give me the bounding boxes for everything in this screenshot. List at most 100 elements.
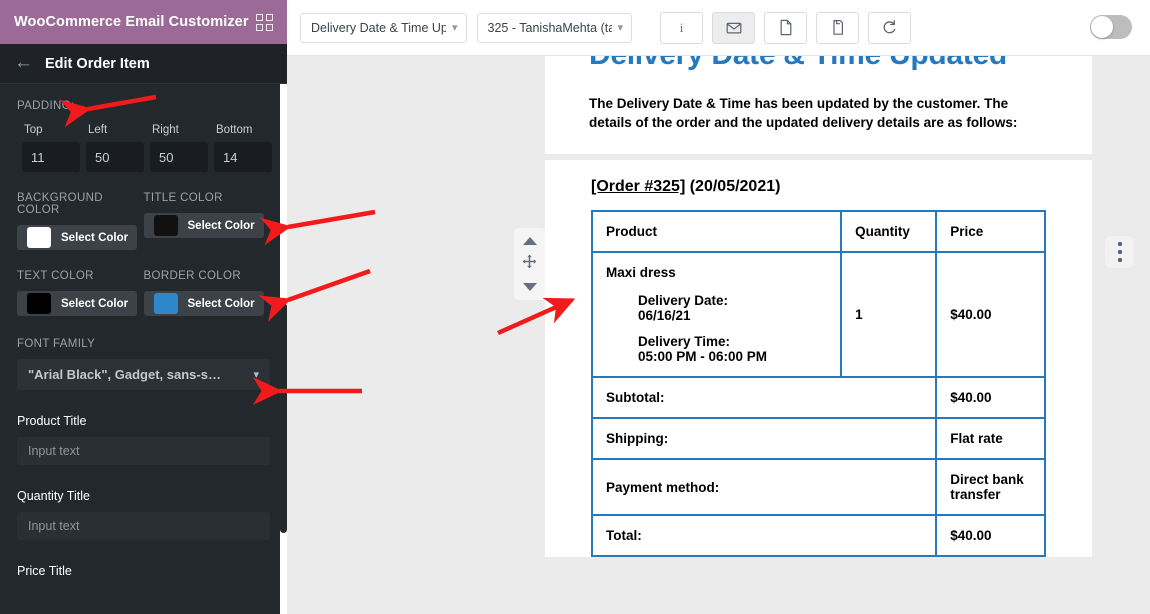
order-date: (20/05/2021) — [689, 178, 781, 196]
padding-fields: Top Left Right Bottom — [17, 124, 272, 172]
border-color-button-label: Select Color — [187, 297, 255, 310]
border-color-swatch — [153, 293, 178, 314]
delivery-time-label: Delivery Time: — [638, 334, 731, 350]
delivery-details: Delivery Date: 06/16/21 Delivery Time: 0… — [638, 293, 827, 364]
refresh-button[interactable] — [868, 11, 912, 44]
order-number-link[interactable]: [Order #325] — [591, 178, 685, 195]
template-select[interactable]: Delivery Date & Time Up… ▾ — [300, 12, 467, 43]
toolbar-buttons: i — [660, 11, 912, 44]
panel-header: ← Edit Order Item — [0, 44, 287, 84]
cell-product: Maxi dress Delivery Date: 06/16/21 Deliv… — [590, 251, 843, 379]
text-color-button-label: Select Color — [61, 297, 129, 310]
text-color-group: TEXT COLOR Select Color — [17, 270, 144, 316]
font-family-group: FONT FAMILY "Arial Black", Gadget, sans-… — [17, 338, 270, 390]
triangle-down-icon[interactable] — [522, 282, 537, 291]
email-header-block[interactable]: Delivery Date & Time Updated The Deliver… — [545, 56, 1092, 155]
duplicate-button[interactable] — [816, 11, 860, 44]
product-title-label: Product Title — [17, 414, 87, 428]
move-cross-icon[interactable] — [522, 254, 537, 274]
document-icon — [780, 19, 791, 36]
quantity-title-input[interactable] — [17, 512, 270, 540]
more-vertical-icon — [1117, 242, 1122, 246]
padding-input-bottom[interactable] — [214, 142, 272, 172]
quantity-title-group: Quantity Title — [17, 489, 270, 540]
padding-input-right[interactable] — [150, 142, 208, 172]
font-family-select[interactable]: "Arial Black", Gadget, sans-s… ▾ — [17, 359, 270, 390]
email-intro-text: The Delivery Date & Time has been update… — [589, 96, 1018, 131]
panel-body: PADDING: Top Left Right Bottom — [0, 84, 287, 614]
background-color-label: BACKGROUND COLOR — [17, 192, 103, 216]
title-color-button[interactable]: Select Color — [143, 213, 264, 238]
chevron-down-icon: ▾ — [617, 22, 624, 34]
padding-field-left: Left — [86, 124, 150, 172]
summary-value-payment: Direct bank transfer — [935, 458, 1046, 517]
chevron-down-icon: ▾ — [452, 22, 458, 34]
summary-label-total: Total: — [590, 514, 938, 558]
title-color-label: TITLE COLOR — [143, 192, 223, 204]
preview-toggle[interactable] — [1090, 15, 1132, 39]
border-color-button[interactable]: Select Color — [143, 291, 264, 316]
chevron-down-icon: ▾ — [253, 369, 259, 381]
info-button[interactable]: i — [660, 11, 704, 44]
document-button[interactable] — [764, 11, 808, 44]
padding-label-bottom: Bottom — [216, 124, 253, 136]
cell-price: $40.00 — [935, 251, 1046, 379]
background-color-group: BACKGROUND COLOR Select Color — [17, 192, 144, 250]
email-title: Delivery Date & Time Updated — [589, 56, 1048, 72]
panel-title: Edit Order Item — [45, 55, 150, 72]
toolbar: Delivery Date & Time Up… ▾ 325 - Tanisha… — [287, 0, 1150, 56]
delivery-date-value: 06/16/21 — [638, 308, 691, 324]
padding-label-top: Top — [24, 124, 43, 136]
padding-field-bottom: Bottom — [214, 124, 278, 172]
brand-bar: WooCommerce Email Customizer — [0, 0, 287, 44]
order-select[interactable]: 325 - TanishaMehta (ta… ▾ — [476, 12, 633, 43]
table-row: Shipping: Flat rate — [590, 417, 1046, 461]
preview-toggle-track — [1090, 15, 1132, 39]
summary-value-shipping: Flat rate — [935, 417, 1046, 461]
cell-quantity: 1 — [840, 251, 938, 379]
background-color-button[interactable]: Select Color — [17, 225, 137, 250]
sidebar-scrollbar-thumb[interactable] — [280, 303, 287, 533]
main-area: Delivery Date & Time Up… ▾ 325 - Tanisha… — [287, 0, 1150, 614]
refresh-icon — [883, 20, 896, 34]
block-more-menu-button[interactable] — [1105, 236, 1134, 268]
border-color-group: BORDER COLOR Select Color — [143, 270, 271, 316]
padding-input-left[interactable] — [86, 142, 144, 172]
grid-icon[interactable] — [256, 13, 273, 31]
table-row: Total: $40.00 — [590, 514, 1046, 558]
preview-toggle-knob — [1091, 16, 1113, 38]
col-price: Price — [935, 210, 1046, 254]
table-row: Maxi dress Delivery Date: 06/16/21 Deliv… — [590, 251, 1046, 379]
padding-label-right: Right — [152, 124, 179, 136]
back-arrow-icon[interactable]: ← — [14, 53, 33, 72]
product-title-input[interactable] — [17, 437, 270, 465]
padding-input-top[interactable] — [22, 142, 80, 172]
background-color-swatch — [27, 227, 51, 248]
table-row: Subtotal: $40.00 — [590, 376, 1046, 420]
col-quantity: Quantity — [840, 210, 938, 254]
quantity-title-label: Quantity Title — [17, 489, 90, 503]
padding-label-left: Left — [88, 124, 108, 136]
padding-field-right: Right — [150, 124, 214, 172]
delivery-date-label: Delivery Date: — [638, 293, 729, 309]
col-product: Product — [590, 210, 843, 254]
text-color-button[interactable]: Select Color — [17, 291, 137, 316]
sidebar-scrollbar[interactable] — [280, 84, 287, 614]
triangle-up-icon[interactable] — [522, 237, 537, 246]
email-preview-canvas: Delivery Date & Time Updated The Deliver… — [287, 56, 1150, 614]
title-color-button-label: Select Color — [187, 219, 255, 232]
summary-value-total: $40.00 — [935, 514, 1046, 558]
grid-cell — [256, 23, 263, 31]
email-preview-button[interactable] — [712, 11, 756, 44]
table-header-row: Product Quantity Price — [590, 210, 1046, 254]
grid-cell — [256, 13, 263, 21]
summary-value-subtotal: $40.00 — [935, 376, 1046, 420]
grid-cell — [266, 23, 273, 31]
block-controls — [514, 228, 545, 300]
email-order-block[interactable]: [Order #325] (20/05/2021) Product Quanti… — [545, 160, 1092, 558]
price-title-label: Price Title — [17, 564, 72, 578]
delivery-time-value: 05:00 PM - 06:00 PM — [638, 349, 768, 365]
app-root: WooCommerce Email Customizer ← Edit Orde… — [0, 0, 1150, 614]
font-family-value: "Arial Black", Gadget, sans-s… — [28, 367, 221, 382]
title-color-group: TITLE COLOR Select Color — [143, 192, 271, 250]
